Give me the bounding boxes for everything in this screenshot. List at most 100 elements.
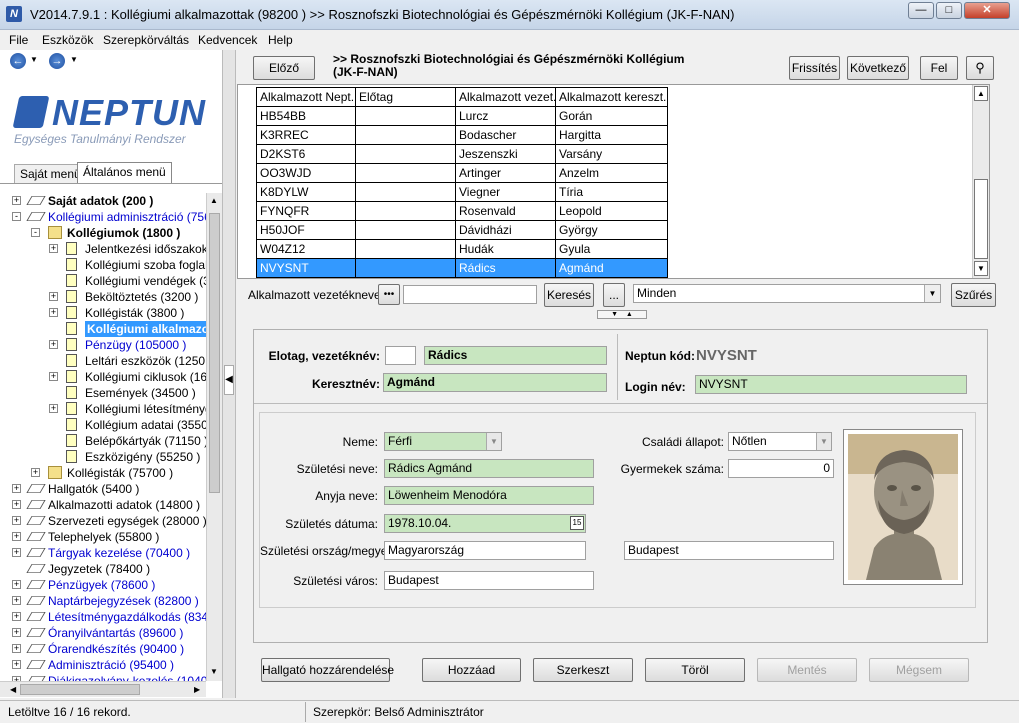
col-neptun-code[interactable]: Alkalmazott Nept... xyxy=(256,87,356,107)
menu-help[interactable]: Help xyxy=(268,33,293,47)
table-row[interactable]: OO3WJD Artinger Anzelm xyxy=(256,163,668,183)
scroll-right-icon[interactable]: ▶ xyxy=(194,685,200,694)
tree-item[interactable]: + Pénzügyek (78600 ) xyxy=(0,577,206,593)
table-row[interactable]: W04Z12 Hudák Gyula xyxy=(256,239,668,259)
next-button[interactable]: Következő xyxy=(847,56,909,80)
refresh-button[interactable]: Frissítés xyxy=(789,56,840,80)
menu-favorites[interactable]: Kedvencek xyxy=(198,33,257,47)
expand-icon[interactable]: + xyxy=(31,468,40,477)
expand-icon[interactable]: + xyxy=(12,660,21,669)
gender-chevron-icon[interactable]: ▼ xyxy=(486,433,501,450)
tree-item[interactable]: + Beköltöztetés (3200 ) xyxy=(0,289,206,305)
tree-item[interactable]: Eszközigény (55250 ) xyxy=(0,449,206,465)
children-count-field[interactable]: 0 xyxy=(728,459,834,478)
tree-item[interactable]: Kollégiumi szoba foglaltsá xyxy=(0,257,206,273)
horizontal-splitter[interactable]: ▼ ▲ xyxy=(237,310,1019,320)
scroll-up-icon[interactable]: ▲ xyxy=(210,196,218,205)
tree-item[interactable]: Leltári eszközök (1250 ) xyxy=(0,353,206,369)
collapse-left-icon[interactable]: ◀ xyxy=(224,365,234,395)
tree-item[interactable]: + Óranyilvántartás (89600 ) xyxy=(0,625,206,641)
tree-item[interactable]: + Jelentkezési időszakok (2 xyxy=(0,241,206,257)
tree-item[interactable]: + Kollégisták (75700 ) xyxy=(0,465,206,481)
birth-country-field[interactable]: Magyarország xyxy=(384,541,586,560)
expand-icon[interactable]: + xyxy=(12,628,21,637)
expand-icon[interactable]: + xyxy=(49,308,58,317)
table-row[interactable]: NVYSNT Rádics Agmánd xyxy=(256,258,668,278)
tree-item[interactable]: + Szervezeti egységek (28000 ) xyxy=(0,513,206,529)
assign-student-button[interactable]: Hallgató hozzárendelése xyxy=(261,658,394,682)
tree-item[interactable]: + Kollégiumi létesítménygaz xyxy=(0,401,206,417)
marital-chevron-icon[interactable]: ▼ xyxy=(816,433,831,450)
add-button[interactable]: Hozzáad xyxy=(422,658,521,682)
search-button[interactable]: Keresés xyxy=(544,283,594,307)
expand-icon[interactable]: + xyxy=(12,612,21,621)
table-row[interactable]: FYNQFR Rosenvald Leopold xyxy=(256,201,668,221)
table-row[interactable]: K8DYLW Viegner Tíria xyxy=(256,182,668,202)
tree-item[interactable]: + Saját adatok (200 ) xyxy=(0,193,206,209)
forward-arrow-icon[interactable]: → xyxy=(49,53,65,69)
expand-icon[interactable]: + xyxy=(12,580,21,589)
expand-icon[interactable]: + xyxy=(12,196,21,205)
prefix-field[interactable] xyxy=(385,346,416,365)
splitter-arrows-icon[interactable]: ▼ ▲ xyxy=(597,310,647,319)
minimize-button[interactable]: — xyxy=(908,2,934,19)
expand-icon[interactable]: + xyxy=(12,548,21,557)
birthdate-field[interactable]: 1978.10.04. xyxy=(384,514,586,533)
back-dropdown-icon[interactable]: ▼ xyxy=(30,55,38,64)
scroll-thumb[interactable] xyxy=(209,213,220,493)
scroll-left-icon[interactable]: ◀ xyxy=(10,685,16,694)
tree-item[interactable]: + Telephelyek (55800 ) xyxy=(0,529,206,545)
expand-icon[interactable]: + xyxy=(49,372,58,381)
menu-file[interactable]: File xyxy=(9,33,28,47)
calendar-icon[interactable]: 15 xyxy=(570,516,584,530)
panel-splitter[interactable]: ◀ xyxy=(222,50,236,698)
tree-item[interactable]: + Kollégiumi ciklusok (1610 xyxy=(0,369,206,385)
tree-item[interactable]: - Kollégiumi adminisztráció (75650 xyxy=(0,209,206,225)
search-input[interactable] xyxy=(403,285,537,304)
grid-scroll-down-icon[interactable]: ▼ xyxy=(974,261,988,276)
table-row[interactable]: D2KST6 Jeszenszki Varsány xyxy=(256,144,668,164)
tree-item[interactable]: + Adminisztráció (95400 ) xyxy=(0,657,206,673)
tree-horizontal-scrollbar[interactable]: ◀ ▶ xyxy=(0,681,206,697)
back-arrow-icon[interactable]: ← xyxy=(10,53,26,69)
ellipsis-button[interactable]: ... xyxy=(603,283,625,307)
grid-vertical-scrollbar[interactable]: ▲ ▼ xyxy=(972,85,989,278)
expand-icon[interactable]: + xyxy=(12,532,21,541)
mother-name-field[interactable]: Löwenheim Menodóra xyxy=(384,486,594,505)
table-row[interactable]: HB54BB Lurcz Gorán xyxy=(256,106,668,126)
tree-item[interactable]: + Kollégisták (3800 ) xyxy=(0,305,206,321)
tab-general-menu[interactable]: Általános menü xyxy=(77,162,172,183)
login-name-field[interactable]: NVYSNT xyxy=(695,375,967,394)
menu-tools[interactable]: Eszközök xyxy=(42,33,93,47)
save-button[interactable]: Mentés xyxy=(757,658,857,682)
delete-button[interactable]: Töröl xyxy=(645,658,745,682)
grid-scroll-up-icon[interactable]: ▲ xyxy=(974,86,988,101)
tree-item[interactable]: + Alkalmazotti adatok (14800 ) xyxy=(0,497,206,513)
up-button[interactable]: Fel xyxy=(920,56,958,80)
marital-status-select[interactable]: Nőtlen ▼ xyxy=(728,432,832,451)
filter-button[interactable]: Szűrés xyxy=(951,283,996,307)
tree-item[interactable]: + Pénzügy (105000 ) xyxy=(0,337,206,353)
table-row[interactable]: H50JOF Dávidházi György xyxy=(256,220,668,240)
chevron-down-icon[interactable]: ▼ xyxy=(924,285,940,302)
collapse-icon[interactable]: - xyxy=(12,212,21,221)
expand-icon[interactable]: + xyxy=(12,500,21,509)
tree-item[interactable]: Jegyzetek (78400 ) xyxy=(0,561,206,577)
pin-icon[interactable]: ⚲ xyxy=(966,56,994,80)
birthname-field[interactable]: Rádics Agmánd xyxy=(384,459,594,478)
tree-item[interactable]: +Diákigazolvány-kezelés (10400... xyxy=(0,673,206,681)
tree-item[interactable]: Események (34500 ) xyxy=(0,385,206,401)
forward-dropdown-icon[interactable]: ▼ xyxy=(70,55,78,64)
cancel-button[interactable]: Mégsem xyxy=(869,658,969,682)
lastname-field[interactable]: Rádics xyxy=(424,346,607,365)
tree-item[interactable]: - Kollégiumok (1800 ) xyxy=(0,225,206,241)
tree-item[interactable]: + Létesítménygazdálkodás (83400 xyxy=(0,609,206,625)
tree-item[interactable]: + Tárgyak kezelése (70400 ) xyxy=(0,545,206,561)
tree-item[interactable]: Kollégiumi alkalmazot xyxy=(0,321,206,337)
tree-item[interactable]: Kollégium adatai (3550 ) xyxy=(0,417,206,433)
tree-item[interactable]: + Naptárbejegyzések (82800 ) xyxy=(0,593,206,609)
expand-icon[interactable]: + xyxy=(49,244,58,253)
tab-own-menu[interactable]: Saját menü xyxy=(14,164,87,183)
expand-icon[interactable]: + xyxy=(12,516,21,525)
tree-item[interactable]: + Hallgatók (5400 ) xyxy=(0,481,206,497)
